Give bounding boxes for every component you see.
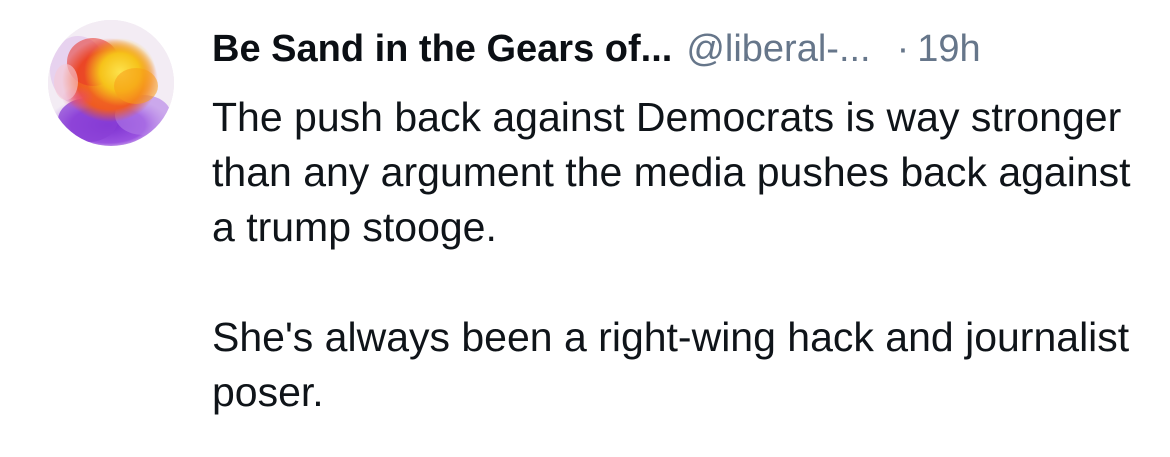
post-header: Be Sand in the Gears of... @liberal-... … xyxy=(212,22,1142,76)
post-card[interactable]: Be Sand in the Gears of... @liberal-... … xyxy=(0,0,1170,457)
author-display-name[interactable]: Be Sand in the Gears of... xyxy=(212,22,672,76)
post-paragraph: She's always been a right-wing hack and … xyxy=(212,314,1130,415)
post-body: The push back against Democrats is way s… xyxy=(212,90,1142,420)
separator-dot: · xyxy=(896,28,910,70)
post-timestamp[interactable]: 19h xyxy=(917,22,980,76)
post-paragraph: The push back against Democrats is way s… xyxy=(212,94,1131,250)
abstract-watercolor-avatar-icon xyxy=(48,20,174,146)
author-handle[interactable]: @liberal-... xyxy=(686,22,870,76)
avatar[interactable] xyxy=(48,20,174,146)
